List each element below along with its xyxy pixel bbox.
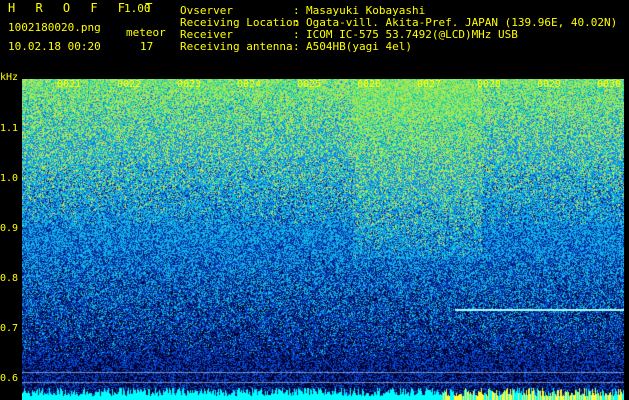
event-type-label: meteor [126, 26, 166, 39]
antenna-separator: : [293, 40, 300, 53]
y-tick-label: 0.7 [0, 323, 19, 334]
y-tick-label: 0.8 [0, 273, 19, 284]
x-tick-label: 0030 [597, 79, 622, 90]
spectrogram [22, 79, 624, 400]
x-tick-label: 0027 [417, 79, 442, 90]
datetime-label: 10.02.18 00:20 [8, 40, 101, 53]
x-tick-label: 0022 [117, 79, 142, 90]
x-tick-label: 0024 [237, 79, 262, 90]
y-tick-label: 1.0 [0, 173, 19, 184]
y-tick-label: 0.9 [0, 223, 19, 234]
x-tick-label: 0025 [297, 79, 322, 90]
x-tick-label: 0029 [537, 79, 562, 90]
x-tick-label: 0021 [57, 79, 82, 90]
antenna-value: A504HB(yagi 4el) [306, 40, 412, 53]
y-axis-unit: kHz [0, 72, 19, 83]
x-tick-label: 0023 [177, 79, 202, 90]
file-name: 1002180020.png [8, 21, 101, 34]
y-tick-label: 1.1 [0, 123, 19, 134]
event-count: 17 [140, 40, 154, 53]
x-tick-label: 0028 [477, 79, 502, 90]
app-version: 1.00 [124, 2, 151, 15]
x-tick-label: 0026 [357, 79, 382, 90]
antenna-label: Receiving antenna [180, 40, 293, 53]
y-tick-label: 0.6 [0, 373, 19, 384]
